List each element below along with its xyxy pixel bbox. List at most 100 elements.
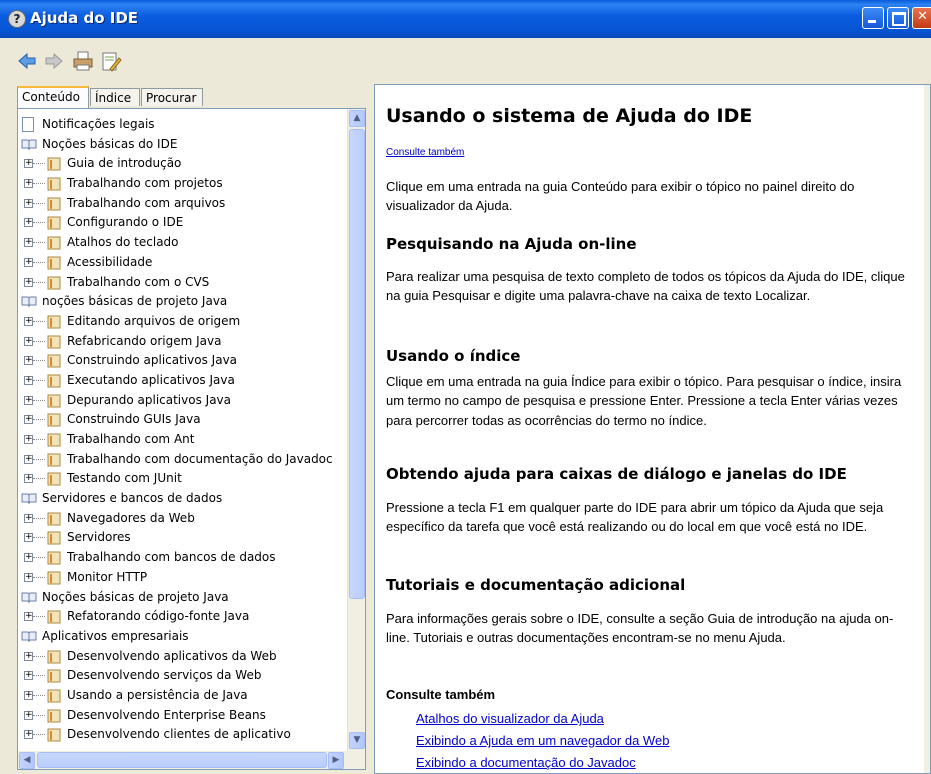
tree-child-item[interactable]: + Trabalhando com arquivos: [18, 194, 345, 214]
scroll-up-button[interactable]: ▲: [349, 110, 365, 127]
tree-child-item[interactable]: + Desenvolvendo clientes de aplicativo: [18, 725, 345, 745]
see-also-top-link[interactable]: Consulte também: [386, 147, 464, 158]
nav-tabs: Conteúdo Índice Procurar: [13, 84, 370, 108]
expand-icon[interactable]: +: [24, 671, 33, 681]
tree-child-item[interactable]: + Configurando o IDE: [18, 213, 345, 233]
maximize-button[interactable]: [887, 7, 909, 29]
expand-icon[interactable]: +: [24, 257, 33, 267]
tree-item-label: Trabalhando com o CVS: [67, 274, 210, 289]
tree-item-label: Atalhos do teclado: [67, 235, 179, 250]
expand-icon[interactable]: +: [24, 159, 33, 169]
expand-icon[interactable]: +: [24, 277, 33, 287]
expand-icon[interactable]: +: [24, 336, 33, 346]
expand-icon[interactable]: +: [24, 730, 33, 740]
tree-child-item[interactable]: + Atalhos do teclado: [18, 233, 345, 253]
tree-child-item[interactable]: + Servidores: [18, 528, 345, 548]
expand-icon[interactable]: +: [24, 218, 33, 228]
page-setup-icon[interactable]: [100, 50, 122, 72]
tree-child-item[interactable]: + Navegadores da Web: [18, 509, 345, 529]
tree-child-item[interactable]: + Editando arquivos de origem: [18, 312, 345, 332]
tree-child-item[interactable]: + Construindo aplicativos Java: [18, 351, 345, 371]
expand-icon[interactable]: +: [24, 533, 33, 543]
expand-icon[interactable]: +: [24, 710, 33, 720]
tree-child-item[interactable]: + Refabricando origem Java: [18, 332, 345, 352]
expand-icon[interactable]: +: [24, 513, 33, 523]
tree-child-item[interactable]: + Acessibilidade: [18, 253, 345, 273]
expand-icon[interactable]: +: [24, 690, 33, 700]
tree-child-item[interactable]: + Trabalhando com documentação do Javadoc: [18, 450, 345, 470]
tree-child-item[interactable]: + Depurando aplicativos Java: [18, 391, 345, 411]
tree-item-label: Noções básicas de projeto Java: [42, 589, 229, 604]
link-help-in-browser[interactable]: Exibindo a Ajuda em um navegador da Web: [416, 733, 669, 748]
tree-child-item[interactable]: + Trabalhando com Ant: [18, 430, 345, 450]
tree-item[interactable]: noções básicas de projeto Java: [18, 292, 345, 312]
tab-contents[interactable]: Conteúdo: [17, 86, 89, 108]
horizontal-scroll-thumb[interactable]: [37, 752, 327, 768]
tree-item-label: Guia de introdução: [67, 156, 182, 171]
tree-connector: [33, 320, 45, 322]
link-viewer-shortcuts[interactable]: Atalhos do visualizador da Ajuda: [416, 711, 604, 726]
tree-child-item[interactable]: + Desenvolvendo aplicativos da Web: [18, 647, 345, 667]
expand-icon[interactable]: +: [24, 553, 33, 563]
back-arrow-icon[interactable]: [16, 50, 38, 72]
expand-icon[interactable]: +: [24, 415, 33, 425]
tree-item[interactable]: Servidores e bancos de dados: [18, 489, 345, 509]
tree-horizontal-scrollbar[interactable]: ◀ ▶: [18, 751, 365, 769]
expand-icon[interactable]: +: [24, 572, 33, 582]
minimize-button[interactable]: [862, 7, 884, 29]
tree-child-item[interactable]: + Trabalhando com o CVS: [18, 273, 345, 293]
tree-item[interactable]: Noções básicas do IDE: [18, 135, 345, 155]
tree-connector: [33, 478, 45, 480]
scroll-right-button[interactable]: ▶: [328, 752, 344, 769]
tab-index[interactable]: Índice: [90, 88, 140, 106]
topic-folder-icon: [47, 453, 61, 467]
topic-folder-icon: [47, 433, 61, 447]
expand-icon[interactable]: +: [24, 179, 33, 189]
tree-child-item[interactable]: + Desenvolvendo Enterprise Beans: [18, 706, 345, 726]
intro-text: Clique em uma entrada na guia Conteúdo p…: [386, 179, 855, 214]
tree-child-item[interactable]: + Construindo GUIs Java: [18, 410, 345, 430]
topic-folder-icon: [47, 394, 61, 408]
expand-icon[interactable]: +: [24, 435, 33, 444]
tree-child-item[interactable]: + Usando a persistência de Java: [18, 686, 345, 706]
expand-icon[interactable]: +: [24, 198, 33, 208]
help-content-pane: Usando o sistema de Ajuda do IDE Consult…: [374, 84, 931, 774]
book-icon: [21, 296, 37, 308]
tree-child-item[interactable]: + Trabalhando com projetos: [18, 174, 345, 194]
link-javadoc[interactable]: Exibindo a documentação do Javadoc: [416, 755, 636, 770]
expand-icon[interactable]: +: [24, 395, 33, 405]
tree-connector: [33, 557, 45, 559]
expand-icon[interactable]: +: [24, 238, 33, 248]
scroll-down-button[interactable]: ▼: [349, 732, 365, 749]
scroll-left-button[interactable]: ◀: [19, 752, 35, 769]
tree-child-item[interactable]: + Monitor HTTP: [18, 568, 345, 588]
expand-icon[interactable]: +: [24, 356, 33, 366]
see-also-heading: Consulte também: [386, 687, 496, 702]
topic-folder-icon: [47, 374, 61, 388]
tree-item[interactable]: Notificações legais: [18, 115, 345, 135]
tree-child-item[interactable]: + Refatorando código-fonte Java: [18, 607, 345, 627]
expand-icon[interactable]: +: [24, 375, 33, 385]
forward-arrow-icon[interactable]: [43, 50, 65, 72]
tree-child-item[interactable]: + Guia de introdução: [18, 154, 345, 174]
scroll-thumb[interactable]: [349, 129, 365, 599]
content-vertical-scrollbar[interactable]: [924, 85, 930, 773]
expand-icon[interactable]: +: [24, 454, 33, 464]
tree-vertical-scrollbar[interactable]: ▲ ▼: [347, 109, 365, 751]
tree-child-item[interactable]: + Trabalhando com bancos de dados: [18, 548, 345, 568]
tree-item[interactable]: Noções básicas de projeto Java: [18, 588, 345, 608]
tree-item[interactable]: Aplicativos empresariais: [18, 627, 345, 647]
print-icon[interactable]: [72, 50, 94, 72]
tree-child-item[interactable]: + Testando com JUnit: [18, 469, 345, 489]
close-button[interactable]: [912, 7, 931, 29]
tree-child-item[interactable]: + Desenvolvendo serviços da Web: [18, 666, 345, 686]
tree-connector: [33, 183, 45, 185]
tab-search[interactable]: Procurar: [141, 88, 203, 106]
expand-icon[interactable]: +: [24, 651, 33, 661]
expand-icon[interactable]: +: [24, 474, 33, 484]
tree-child-item[interactable]: + Executando aplicativos Java: [18, 371, 345, 391]
book-icon: [21, 139, 37, 150]
topic-folder-icon: [47, 728, 61, 742]
expand-icon[interactable]: +: [24, 612, 33, 622]
expand-icon[interactable]: +: [24, 316, 33, 326]
